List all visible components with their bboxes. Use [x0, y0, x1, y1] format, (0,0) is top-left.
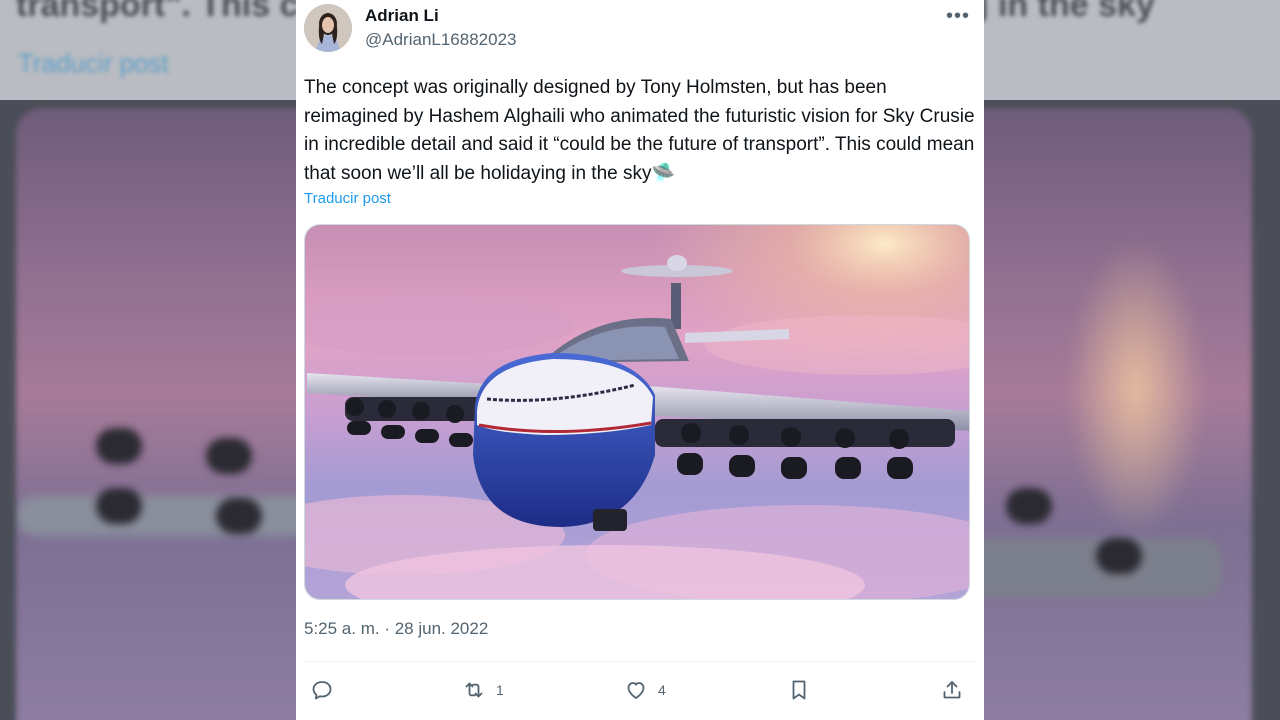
post-actions-bar: 1 4	[296, 672, 984, 708]
author-handle[interactable]: @AdrianL16882023	[365, 30, 517, 50]
heart-icon	[627, 682, 645, 699]
post-timestamp[interactable]: 5:25 a. m. · 28 jun. 2022	[304, 619, 488, 639]
repost-icon	[465, 682, 483, 698]
like-button[interactable]: 4	[624, 672, 666, 708]
more-options-icon[interactable]: •••	[946, 6, 970, 26]
author-name[interactable]: Adrian Li	[365, 6, 439, 26]
post-text: The concept was originally designed by T…	[304, 77, 975, 184]
like-count: 4	[658, 682, 666, 698]
reply-icon	[312, 681, 332, 700]
post-media-image[interactable]	[304, 224, 970, 600]
divider	[304, 661, 976, 662]
background-link: Traducir post	[18, 48, 169, 78]
bookmark-icon	[792, 680, 806, 700]
avatar[interactable]	[304, 4, 352, 52]
translate-post-link[interactable]: Traducir post	[304, 190, 391, 207]
sky-cruise-plane-image	[305, 225, 969, 599]
share-button[interactable]	[940, 672, 964, 708]
repost-count: 1	[496, 682, 504, 698]
share-icon	[943, 681, 961, 699]
repost-button[interactable]: 1	[462, 672, 504, 708]
bookmark-button[interactable]	[787, 672, 811, 708]
post-card: Adrian Li @AdrianL16882023 ••• The conce…	[296, 0, 984, 720]
reply-button[interactable]	[310, 672, 334, 708]
